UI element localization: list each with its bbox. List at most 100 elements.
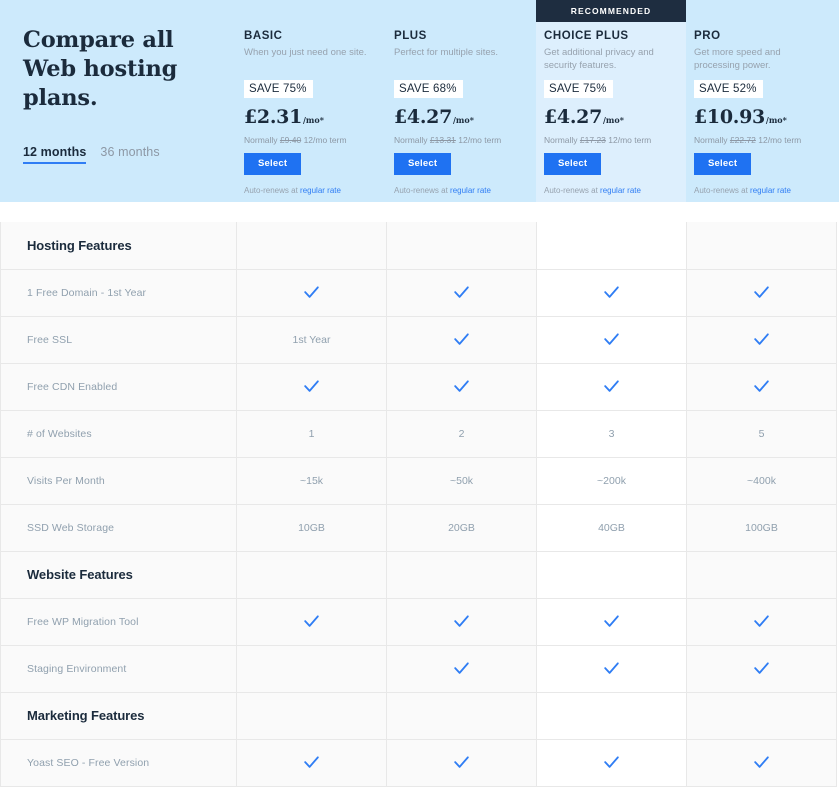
term-length-toggle[interactable]: 12 months 36 months [23,145,216,165]
feature-included-cell [536,269,687,317]
check-icon [602,286,621,298]
price-suffix: /mo* [765,115,787,126]
regular-rate-link[interactable]: regular rate [600,186,641,195]
feature-label: Marketing Features [0,692,237,740]
feature-label: Website Features [0,551,237,599]
feature-included-cell [236,598,387,646]
feature-label: Yoast SEO - Free Version [0,739,237,787]
plan-price: £2.31/mo* [244,106,376,128]
feature-value-cell: ~50k [386,457,537,505]
select-plan-button[interactable]: Select [694,153,752,176]
plan-price: £10.93/mo* [694,106,826,128]
feature-empty-cell [386,692,537,740]
plan-comparison-hero: Compare all Web hosting plans. 12 months… [0,0,839,202]
normally-price-line: Normally £17.23 12/mo term [544,135,676,145]
plan-name: PRO [694,30,721,42]
normally-label: Normally [394,135,428,145]
plan-tagline: Perfect for multiple sites. [394,47,499,58]
plan-price: £4.27/mo* [394,106,526,128]
feature-empty-cell [236,222,387,270]
feature-label: Visits Per Month [0,457,237,505]
term-option-36-months[interactable]: 36 months [100,145,159,162]
feature-empty-cell [536,551,687,599]
feature-value-cell: ~400k [686,457,837,505]
check-icon [752,380,771,392]
feature-label: Hosting Features [0,222,237,270]
check-icon [302,756,321,768]
table-row: Free WP Migration Tool [0,598,839,646]
regular-rate-link[interactable]: regular rate [750,186,791,195]
feature-empty-cell [536,692,687,740]
regular-rate-link[interactable]: regular rate [450,186,491,195]
regular-rate-link[interactable]: regular rate [300,186,341,195]
normally-term: 12/mo term [303,135,347,145]
price-suffix: /mo* [453,115,474,125]
hero-title-block: Compare all Web hosting plans. 12 months… [0,0,236,202]
check-icon [302,380,321,392]
feature-value-cell: 10GB [236,504,387,552]
feature-included-cell [686,645,837,693]
feature-included-cell [236,739,387,787]
feature-empty-cell [686,551,837,599]
plan-tagline: Get more speed and processing power. [694,47,781,72]
feature-included-cell [386,598,537,646]
feature-empty-cell [386,222,537,270]
term-option-12-months[interactable]: 12 months [23,145,87,165]
check-icon [602,333,621,345]
check-icon [302,286,321,298]
feature-value-cell: ~15k [236,457,387,505]
check-icon [452,615,471,627]
feature-empty-cell [236,692,387,740]
auto-renew-note: Auto-renews at regular rate [394,186,526,195]
table-row: Free SSL 1st Year [0,316,839,364]
section-header-row: Website Features [0,551,839,599]
normally-price-line: Normally £13.31 12/mo term [394,135,526,145]
table-row: Yoast SEO - Free Version [0,739,839,787]
normally-struck-price: £9.40 [279,135,302,145]
normally-term: 12/mo term [458,135,502,145]
feature-included-cell [686,363,837,411]
feature-value-cell: 40GB [536,504,687,552]
normally-term: 12/mo term [758,135,802,146]
normally-struck-price: £13.31 [429,135,456,145]
auto-renew-note: Auto-renews at regular rate [544,186,676,195]
check-icon [452,286,471,298]
normally-struck-price: £22.72 [729,135,756,146]
check-icon [602,615,621,627]
feature-empty-cell [686,222,837,270]
auto-renew-note: Auto-renews at regular rate [244,186,376,195]
check-icon [602,756,621,768]
feature-label: Free CDN Enabled [0,363,237,411]
plan-tagline: When you just need one site. [244,47,367,58]
feature-value-cell: 1st Year [236,316,387,364]
plan-comparison-table: Hosting Features 1 Free Domain - 1st Year… [0,222,839,787]
table-row: 1 Free Domain - 1st Year [0,269,839,317]
save-badge: SAVE 68% [394,80,463,98]
select-plan-button[interactable]: Select [244,153,302,175]
feature-empty-cell [686,692,837,740]
plan-name: CHOICE PLUS [544,30,629,42]
feature-label: Free WP Migration Tool [0,598,237,646]
feature-value-cell: 100GB [686,504,837,552]
feature-included-cell [236,363,387,411]
recommended-badge: RECOMMENDED [536,0,686,22]
select-plan-button[interactable]: Select [394,153,452,175]
section-header-row: Marketing Features [0,692,839,740]
check-icon [302,615,321,627]
feature-included-cell [236,269,387,317]
price-amount: £4.27 [544,106,602,129]
feature-included-cell [536,739,687,787]
check-icon [602,662,621,674]
feature-empty-cell [386,551,537,599]
feature-included-cell [386,363,537,411]
feature-label: Staging Environment [0,645,237,693]
table-row: Staging Environment [0,645,839,693]
plan-column-choice-plus: RECOMMENDED CHOICE PLUS Get additional pri… [536,0,686,202]
select-plan-button[interactable]: Select [544,153,602,176]
feature-empty-cell [236,645,387,693]
feature-label: SSD Web Storage [0,504,237,552]
plan-column-plus: PLUS Perfect for multiple sites. SAVE 68% £… [386,0,536,202]
feature-empty-cell [236,551,387,599]
feature-included-cell [386,269,537,317]
table-row: # of Websites 1 2 3 5 [0,410,839,458]
